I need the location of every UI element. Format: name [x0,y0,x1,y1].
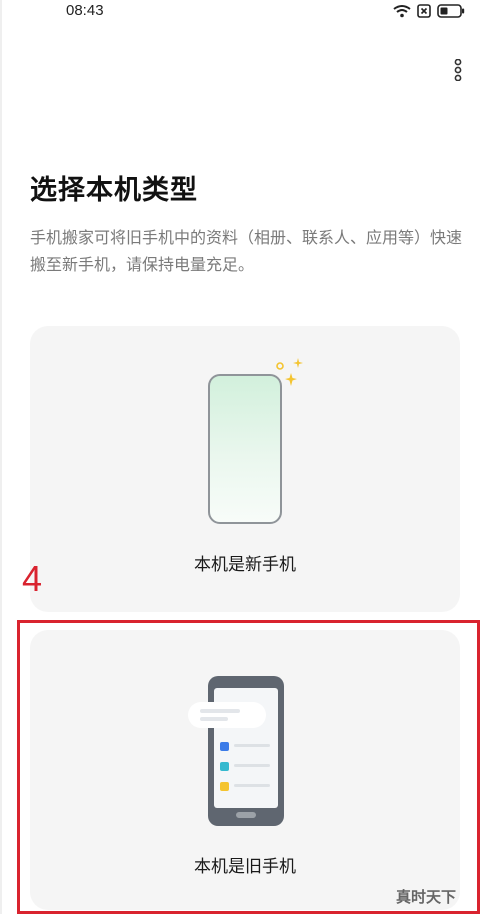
status-icons [393,3,465,22]
status-time: 08:43 [66,2,104,19]
watermark: 真时天下 [396,888,457,906]
sim-icon [417,3,431,22]
page-description: 手机搬家可将旧手机中的资料（相册、联系人、应用等）快速搬至新手机，请保持电量充足… [30,228,463,274]
status-bar: 08:43 [0,0,485,24]
option-label-new-phone: 本机是新手机 [194,555,296,575]
annotation-step-number: 4 [22,558,43,599]
option-card-new-phone[interactable]: 本机是新手机 [30,326,460,612]
sparkle-icon [276,358,303,386]
more-options-button[interactable] [446,58,470,86]
new-phone-illustration [208,374,282,524]
battery-icon [437,3,465,22]
annotation-highlight-box [17,620,480,914]
page-title: 选择本机类型 [30,175,198,206]
screen-edge [0,0,2,914]
more-vertical-icon [453,58,463,85]
wifi-icon [393,3,411,22]
